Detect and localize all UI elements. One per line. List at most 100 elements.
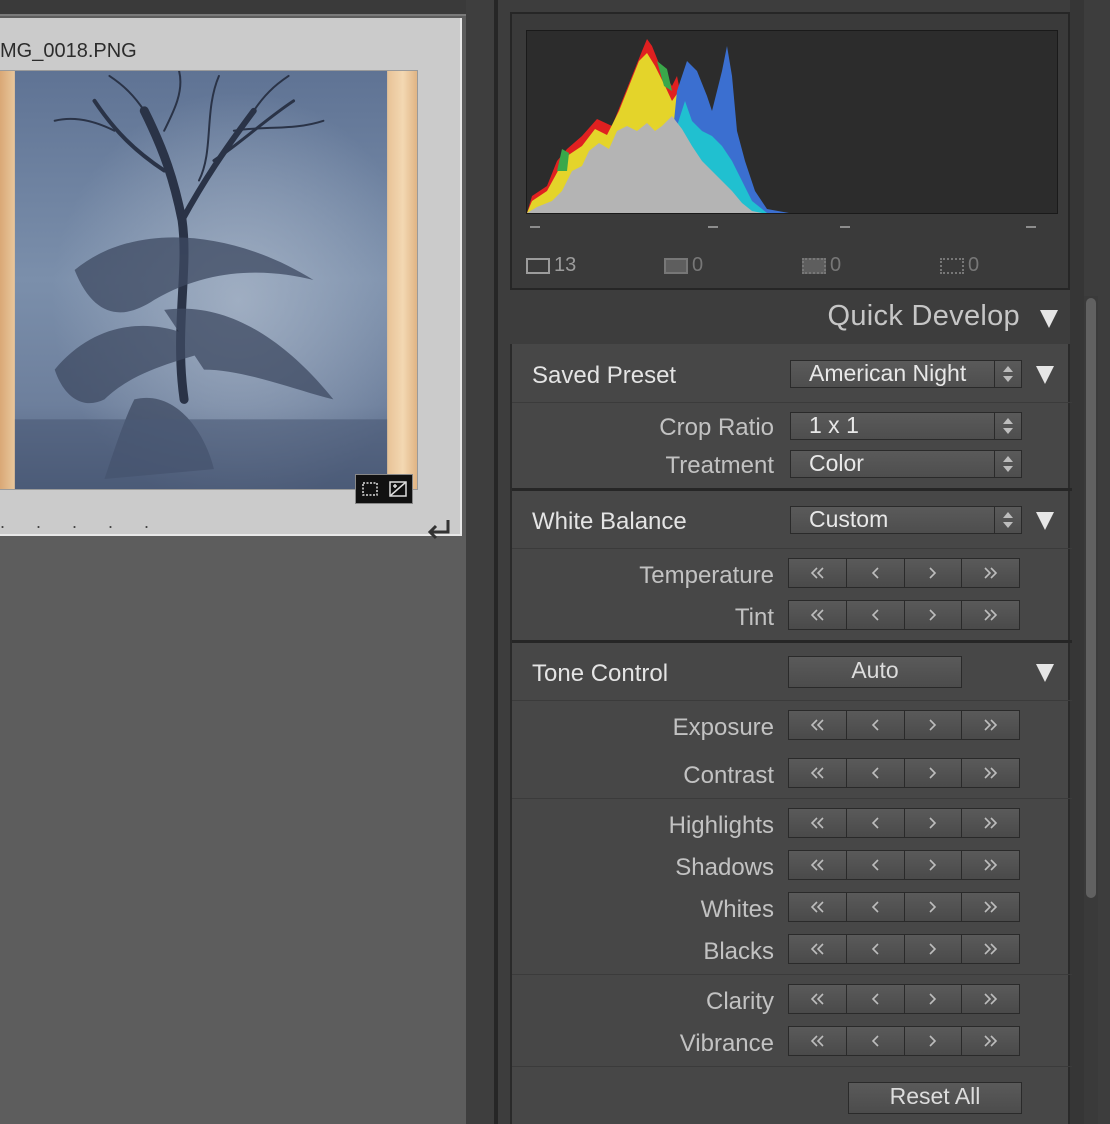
increase-large-icon [984, 993, 998, 1005]
increase-small-button[interactable] [904, 559, 963, 587]
white-balance-select[interactable]: Custom [790, 506, 1022, 534]
increase-small-icon [929, 767, 937, 779]
virtual-copy-icon [664, 257, 688, 274]
decrease-large-button[interactable] [789, 985, 847, 1013]
increase-large-icon [984, 901, 998, 913]
increase-small-button[interactable] [904, 759, 963, 787]
increase-large-button[interactable] [962, 935, 1019, 963]
saved-preset-select[interactable]: American Night [790, 360, 1022, 388]
rating-dots[interactable]: . . . . . [0, 512, 162, 533]
thumbnail-cell[interactable]: MG_0018.PNG . . . . . [0, 18, 462, 540]
decrease-small-button[interactable] [846, 809, 905, 837]
crop-ratio-select[interactable]: 1 x 1 [790, 412, 1022, 440]
original-photo-info: 13 [526, 254, 576, 277]
clarity-stepper[interactable] [788, 984, 1020, 1014]
decrease-large-icon [810, 1035, 824, 1047]
right-panel: 13 0 0 0 Quick Develop Saved Preset Amer… [498, 0, 1110, 1124]
virtual-copy-info: 0 [664, 254, 703, 277]
highlights-stepper[interactable] [788, 808, 1020, 838]
crop-ratio-value: 1 x 1 [809, 412, 859, 438]
decrease-small-button[interactable] [846, 893, 905, 921]
increase-large-button[interactable] [962, 809, 1019, 837]
temperature-label: Temperature [639, 562, 774, 589]
increase-large-icon [984, 859, 998, 871]
increase-large-button[interactable] [962, 851, 1019, 879]
thumbnail-image[interactable] [0, 70, 418, 490]
rotate-icon[interactable] [424, 516, 454, 546]
separator [512, 700, 1072, 701]
crop-ratio-spinner-icon [994, 413, 1021, 439]
increase-small-button[interactable] [904, 601, 963, 629]
decrease-large-button[interactable] [789, 893, 847, 921]
increase-large-button[interactable] [962, 559, 1019, 587]
decrease-small-icon [871, 1035, 879, 1047]
decrease-small-button[interactable] [846, 851, 905, 879]
thumbnail-border-right [389, 71, 417, 489]
increase-small-icon [929, 567, 937, 579]
decrease-small-button[interactable] [846, 559, 905, 587]
decrease-small-button[interactable] [846, 935, 905, 963]
decrease-small-button[interactable] [846, 759, 905, 787]
decrease-large-button[interactable] [789, 851, 847, 879]
blacks-label: Blacks [703, 938, 774, 965]
whites-stepper[interactable] [788, 892, 1020, 922]
decrease-large-button[interactable] [789, 711, 847, 739]
increase-large-button[interactable] [962, 893, 1019, 921]
quick-develop-body: Saved Preset American Night Crop Ratio 1… [510, 344, 1072, 1124]
separator [512, 974, 1072, 975]
auto-tone-button[interactable]: Auto [788, 656, 962, 688]
increase-small-button[interactable] [904, 893, 963, 921]
exposure-stepper[interactable] [788, 710, 1020, 740]
increase-small-icon [929, 609, 937, 621]
increase-small-button[interactable] [904, 851, 963, 879]
scrollbar-thumb[interactable] [1086, 298, 1096, 898]
highlights-label: Highlights [668, 812, 774, 839]
collapse-triangle-icon[interactable] [1040, 310, 1058, 328]
decrease-large-icon [810, 817, 824, 829]
decrease-small-button[interactable] [846, 1027, 905, 1055]
histogram-tick [708, 226, 718, 228]
increase-large-button[interactable] [962, 759, 1019, 787]
shadows-label: Shadows [675, 854, 774, 881]
increase-small-button[interactable] [904, 985, 963, 1013]
treatment-spinner-icon [994, 451, 1021, 477]
decrease-large-button[interactable] [789, 809, 847, 837]
temperature-stepper[interactable] [788, 558, 1020, 588]
saved-preset-expand-icon[interactable] [1036, 366, 1054, 384]
increase-small-button[interactable] [904, 809, 963, 837]
white-balance-expand-icon[interactable] [1036, 512, 1054, 530]
treatment-select[interactable]: Color [790, 450, 1022, 478]
increase-small-button[interactable] [904, 711, 963, 739]
increase-large-button[interactable] [962, 985, 1019, 1013]
rejected-info: 0 [802, 254, 841, 277]
decrease-large-button[interactable] [789, 935, 847, 963]
increase-large-icon [984, 719, 998, 731]
quick-develop-header[interactable]: Quick Develop [510, 296, 1070, 342]
increase-small-button[interactable] [904, 935, 963, 963]
increase-large-button[interactable] [962, 711, 1019, 739]
grid-divider [466, 0, 496, 1124]
decrease-large-button[interactable] [789, 759, 847, 787]
rejected-count: 0 [830, 254, 842, 276]
blacks-stepper[interactable] [788, 934, 1020, 964]
reset-all-button[interactable]: Reset All [848, 1082, 1022, 1114]
tone-control-expand-icon[interactable] [1036, 664, 1054, 682]
thumbnail-border-left [0, 71, 14, 489]
vibrance-stepper[interactable] [788, 1026, 1020, 1056]
shadows-stepper[interactable] [788, 850, 1020, 880]
decrease-large-button[interactable] [789, 1027, 847, 1055]
increase-large-button[interactable] [962, 601, 1019, 629]
crop-badge-icon [356, 475, 384, 503]
contrast-stepper[interactable] [788, 758, 1020, 788]
decrease-small-icon [871, 609, 879, 621]
decrease-small-button[interactable] [846, 711, 905, 739]
decrease-small-button[interactable] [846, 985, 905, 1013]
decrease-large-button[interactable] [789, 559, 847, 587]
increase-large-button[interactable] [962, 1027, 1019, 1055]
increase-small-button[interactable] [904, 1027, 963, 1055]
tint-stepper[interactable] [788, 600, 1020, 630]
decrease-small-button[interactable] [846, 601, 905, 629]
white-balance-spinner-icon [994, 507, 1021, 533]
decrease-large-button[interactable] [789, 601, 847, 629]
decrease-small-icon [871, 859, 879, 871]
